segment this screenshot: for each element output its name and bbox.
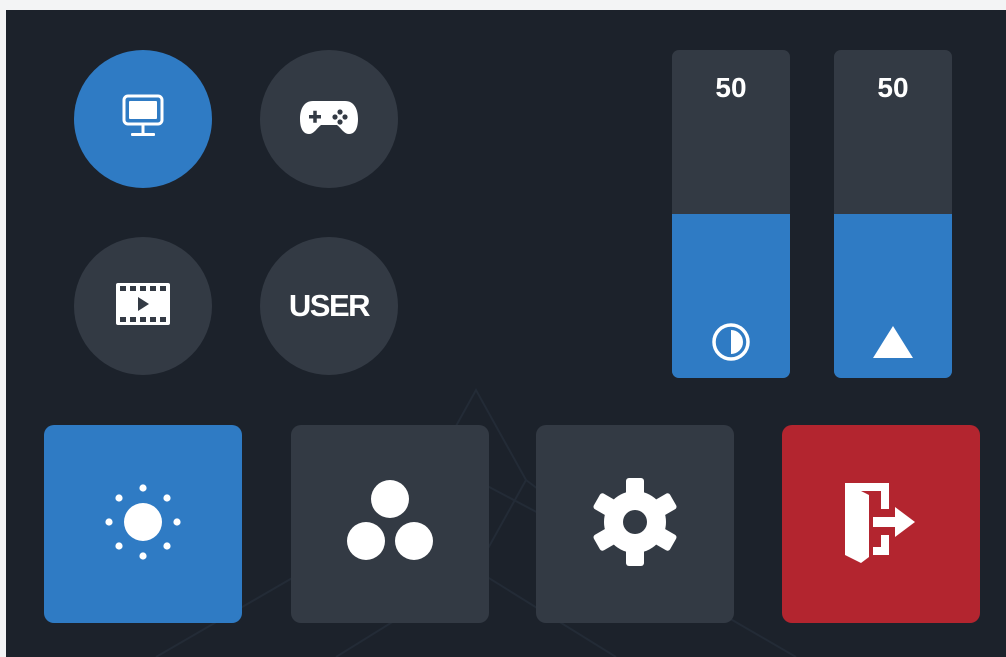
brightness-icon (95, 474, 191, 575)
game-mode-button[interactable] (260, 50, 398, 188)
exit-icon (839, 477, 923, 572)
contrast-icon (709, 320, 753, 364)
user-mode-button[interactable]: USER (260, 237, 398, 375)
contrast-value: 50 (715, 72, 747, 103)
user-mode-label: USER (288, 288, 371, 323)
gamepad-icon (299, 97, 359, 142)
gear-icon (588, 475, 682, 574)
brightness-button[interactable] (44, 425, 242, 623)
monitor-icon (120, 93, 166, 146)
color-dots-icon (340, 477, 440, 572)
control-panel: USER 50 50 (6, 10, 1006, 657)
contrast-slider[interactable]: 50 (672, 50, 790, 378)
settings-button[interactable] (536, 425, 734, 623)
exit-button[interactable] (782, 425, 980, 623)
monitor-mode-button[interactable] (74, 50, 212, 188)
sharpness-value: 50 (877, 72, 909, 103)
triangle-icon (871, 320, 915, 364)
film-icon (114, 281, 172, 332)
color-button[interactable] (291, 425, 489, 623)
movie-mode-button[interactable] (74, 237, 212, 375)
sharpness-slider[interactable]: 50 (834, 50, 952, 378)
